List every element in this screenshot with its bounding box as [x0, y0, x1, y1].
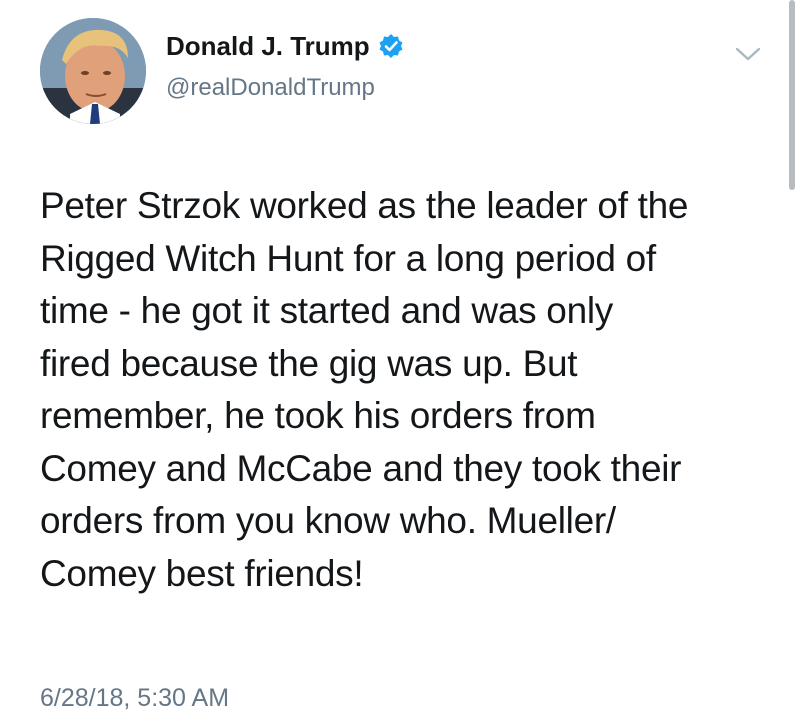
tweet-text-line: time - he got it started and was only — [40, 290, 613, 331]
avatar-image — [40, 18, 146, 124]
scrollbar[interactable] — [789, 0, 795, 190]
tweet-text-line: orders from you know who. Mueller/ — [40, 500, 616, 541]
chevron-down-icon[interactable] — [734, 44, 762, 64]
tweet-text-line: Rigged Witch Hunt for a long period of — [40, 237, 656, 279]
author-name-row: Donald J. Trump — [166, 33, 404, 59]
tweet-card: Donald J. Trump @realDonaldTrump Peter S… — [0, 0, 800, 728]
verified-badge-icon — [378, 33, 404, 59]
tweet-text: Peter Strzok worked as the leader of the… — [40, 180, 780, 600]
tweet-text-line: Peter Strzok worked as the leader of the — [40, 185, 689, 226]
tweet-text-line: fired because the gig was up. But — [40, 342, 578, 384]
tweet-timestamp[interactable]: 6/28/18, 5:30 AM — [40, 686, 229, 711]
tweet-text-line: remember, he took his orders from — [40, 395, 596, 436]
tweet-text-line: Comey and McCabe and they took their — [40, 447, 682, 489]
author-handle[interactable]: @realDonaldTrump — [166, 76, 375, 100]
tweet-text-line: Comey best friends! — [40, 552, 364, 594]
author-avatar[interactable] — [40, 18, 146, 124]
author-display-name[interactable]: Donald J. Trump — [166, 33, 370, 59]
